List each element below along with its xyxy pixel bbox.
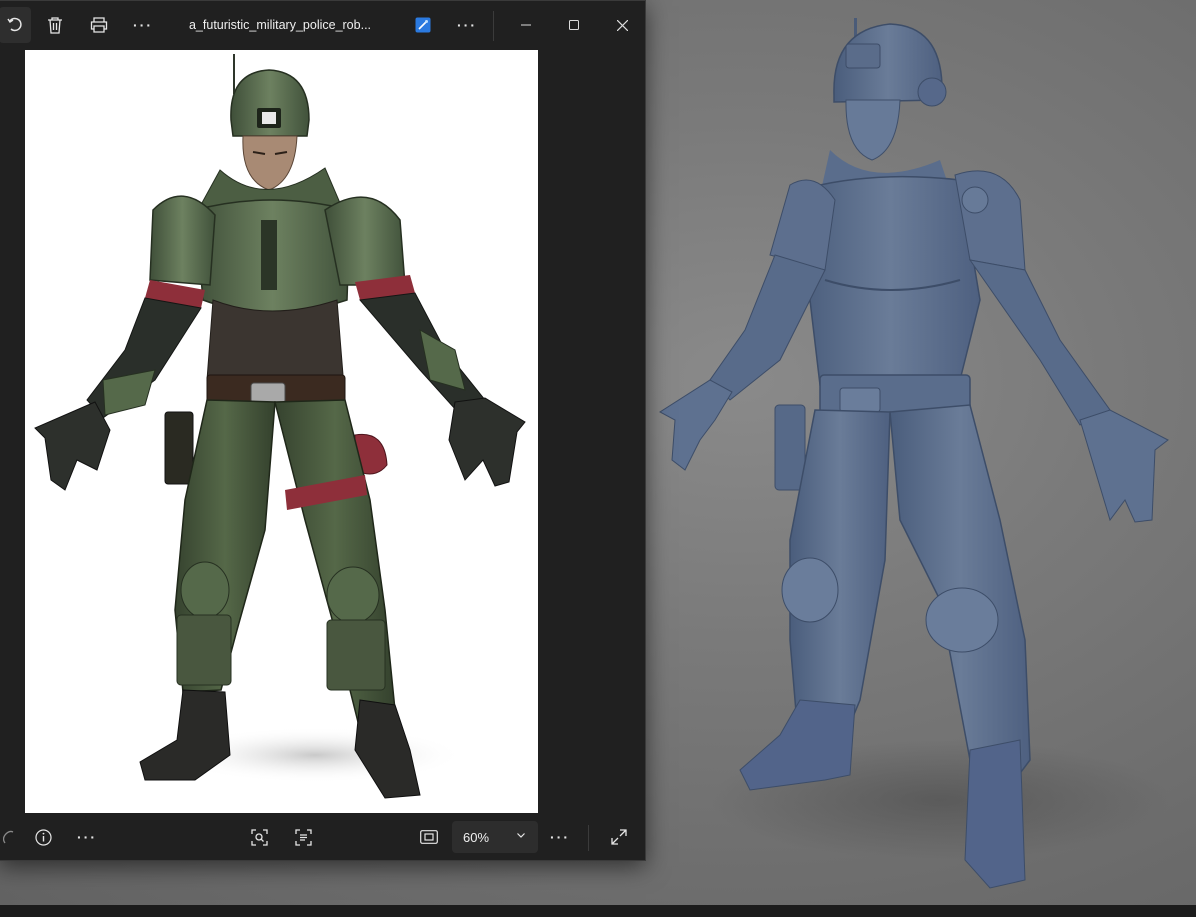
zoom-dropdown[interactable]: 60% xyxy=(452,821,538,853)
edit-image-button[interactable] xyxy=(401,7,445,43)
maximize-icon xyxy=(569,20,579,30)
more-icon: ··· xyxy=(77,829,97,845)
fullscreen-icon xyxy=(611,829,627,845)
blue-clay-model xyxy=(659,18,1170,889)
visual-search-button[interactable] xyxy=(245,821,273,853)
fit-to-window-button[interactable] xyxy=(415,821,443,853)
more-options-button[interactable]: ··· xyxy=(73,821,101,853)
more-icon: ··· xyxy=(550,829,570,845)
chevron-down-icon xyxy=(517,833,525,838)
delete-button[interactable] xyxy=(33,7,77,43)
visual-search-icon xyxy=(250,828,268,846)
printer-icon xyxy=(90,17,108,33)
scan-text-icon xyxy=(294,828,312,846)
fit-to-window-icon xyxy=(420,830,438,844)
rotate-icon xyxy=(7,17,22,32)
scan-text-button[interactable] xyxy=(289,821,317,853)
edit-image-icon xyxy=(415,17,431,33)
minimize-icon xyxy=(521,24,531,26)
divider xyxy=(493,11,494,41)
zoom-more-button[interactable]: ··· xyxy=(546,821,574,853)
heart-icon xyxy=(3,830,14,844)
more-button[interactable]: ··· xyxy=(121,7,165,43)
file-name-title: a_futuristic_military_police_rob... xyxy=(188,18,372,32)
trash-icon xyxy=(48,16,62,34)
taskbar-edge xyxy=(0,905,1196,917)
more-icon: ··· xyxy=(457,17,477,33)
more-icon: ··· xyxy=(133,17,153,33)
maximize-button[interactable] xyxy=(551,7,597,43)
close-icon xyxy=(616,19,628,31)
image-canvas[interactable] xyxy=(25,50,538,813)
editor-more-button[interactable]: ··· xyxy=(445,7,489,43)
bottom-toolbar: ··· 60% ··· xyxy=(0,813,645,861)
minimize-button[interactable] xyxy=(503,7,549,43)
print-button[interactable] xyxy=(77,7,121,43)
info-button[interactable] xyxy=(29,821,57,853)
photos-viewer-window[interactable]: ··· a_futuristic_military_police_rob... … xyxy=(0,0,646,861)
soldier-illustration xyxy=(34,54,526,799)
fullscreen-button[interactable] xyxy=(605,821,633,853)
zoom-level: 60% xyxy=(463,829,490,845)
info-icon xyxy=(34,828,52,846)
divider xyxy=(588,825,589,851)
close-button[interactable] xyxy=(599,7,645,43)
title-bar[interactable]: ··· a_futuristic_military_police_rob... … xyxy=(0,1,645,49)
rotate-button[interactable] xyxy=(0,7,31,43)
favorite-button[interactable] xyxy=(0,821,19,853)
